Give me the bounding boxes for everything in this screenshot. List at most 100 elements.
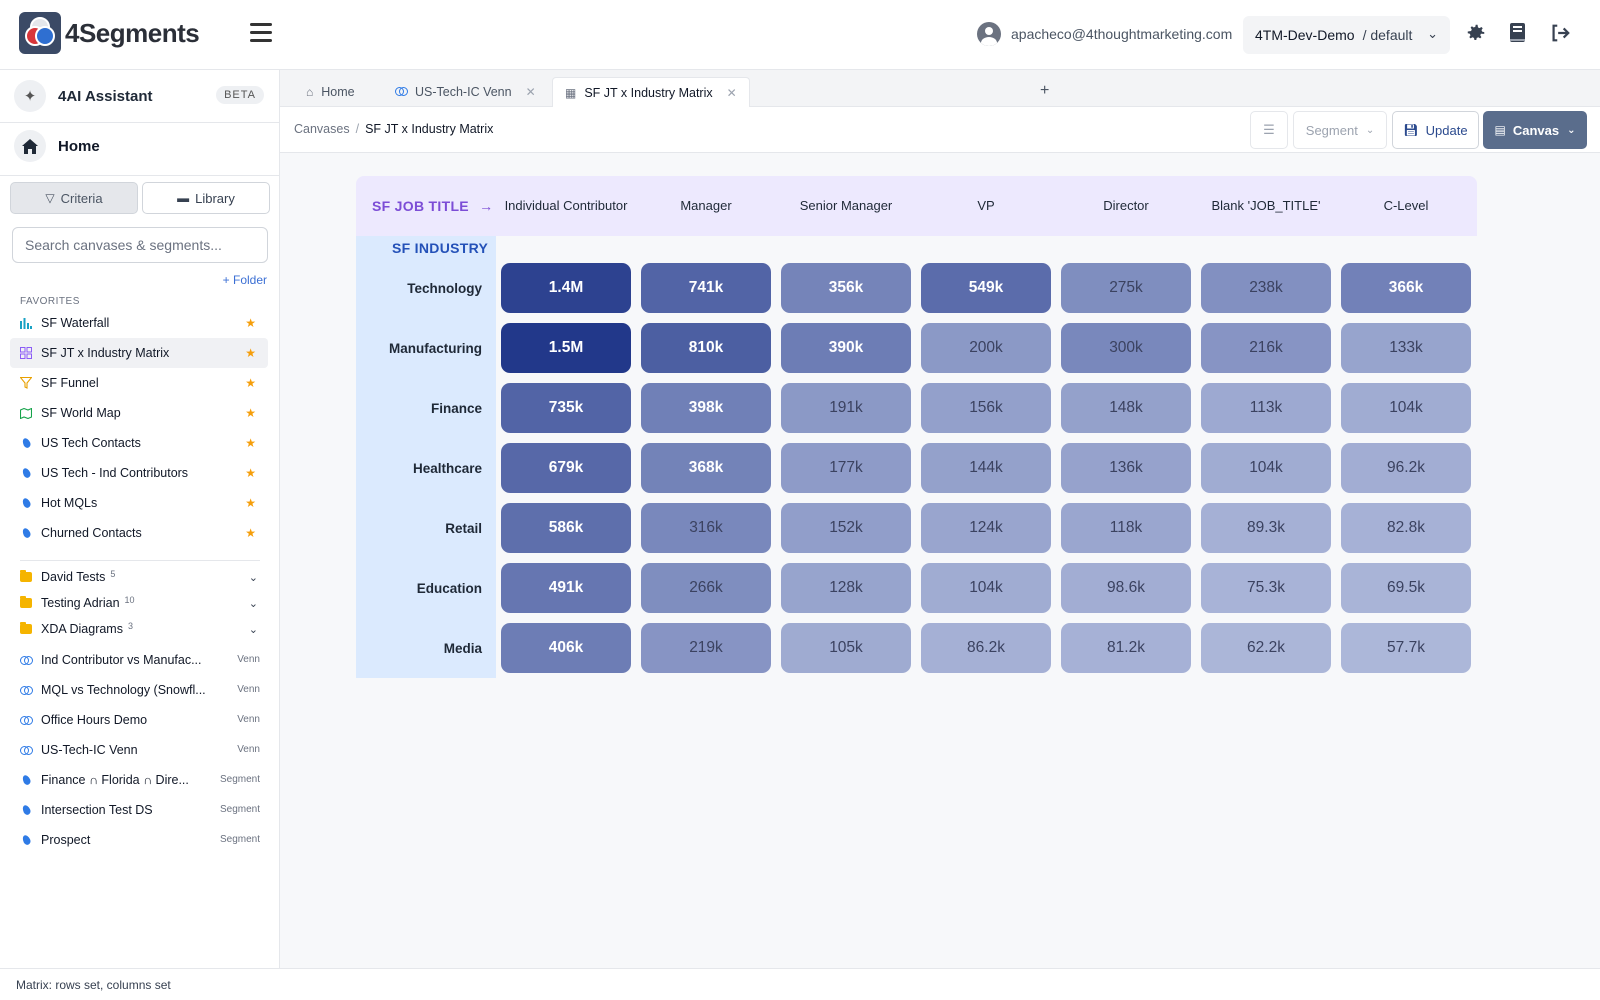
update-button[interactable]: 💾︎ Update [1392,111,1479,149]
matrix-cell[interactable]: 1.5M [501,323,631,373]
matrix-cell[interactable]: 406k [501,623,631,673]
matrix-cell[interactable]: 104k [1341,383,1471,433]
folder-item[interactable]: Testing Adrian 10 ⌄ [10,590,268,616]
matrix-cell[interactable]: 316k [641,503,771,553]
matrix-cell[interactable]: 200k [921,323,1051,373]
menu-toggle-icon[interactable] [250,23,272,43]
star-icon[interactable]: ★ [245,526,256,540]
close-icon[interactable]: ✕ [526,85,536,99]
matrix-cell[interactable]: 104k [1201,443,1331,493]
tab-us-tech-ic-venn[interactable]: US-Tech-IC Venn ✕ [383,77,548,107]
folder-item[interactable]: David Tests 5 ⌄ [10,564,268,590]
library-item[interactable]: Intersection Test DS Segment [10,795,268,825]
favorite-item[interactable]: US Tech Contacts ★ [10,428,268,458]
matrix-cell[interactable]: 152k [781,503,911,553]
star-icon[interactable]: ★ [245,496,256,510]
matrix-cell[interactable]: 741k [641,263,771,313]
search-input[interactable] [12,227,268,263]
row-header[interactable]: Education [356,563,482,613]
criteria-button[interactable]: ▽ Criteria [10,182,138,214]
matrix-cell[interactable]: 735k [501,383,631,433]
add-tab-button[interactable]: + [1040,82,1049,100]
star-icon[interactable]: ★ [245,406,256,420]
matrix-cell[interactable]: 390k [781,323,911,373]
matrix-cell[interactable]: 136k [1061,443,1191,493]
chevron-down-icon[interactable]: ⌄ [249,623,258,636]
library-item[interactable]: Prospect Segment [10,825,268,855]
star-icon[interactable]: ★ [245,376,256,390]
favorite-item[interactable]: Churned Contacts ★ [10,518,268,548]
book-icon[interactable] [1506,22,1530,46]
matrix-cell[interactable]: 96.2k [1341,443,1471,493]
logout-icon[interactable] [1548,22,1572,46]
matrix-cell[interactable]: 124k [921,503,1051,553]
add-folder-button[interactable]: + Folder [223,273,267,287]
matrix-cell[interactable]: 398k [641,383,771,433]
column-axis-label[interactable]: SF JOB TITLE → [372,198,493,214]
ai-assistant-row[interactable]: ✦ 4AI Assistant BETA [14,80,266,112]
library-item[interactable]: Ind Contributor vs Manufac... Venn [10,645,268,675]
chevron-down-icon[interactable]: ⌄ [249,571,258,584]
org-selector[interactable]: 4TM-Dev-Demo / default ⌄ [1243,16,1450,54]
column-header[interactable]: Director [1061,176,1191,236]
column-header[interactable]: Individual Contributor [501,176,631,236]
matrix-cell[interactable]: 216k [1201,323,1331,373]
matrix-cell[interactable]: 133k [1341,323,1471,373]
canvas-menu-button[interactable]: ▤ Canvas ⌄ [1483,111,1587,149]
matrix-cell[interactable]: 98.6k [1061,563,1191,613]
library-button[interactable]: ▬ Library [142,182,270,214]
matrix-cell[interactable]: 549k [921,263,1051,313]
matrix-cell[interactable]: 356k [781,263,911,313]
row-axis-label[interactable]: SF INDUSTRY [392,240,488,256]
row-header[interactable]: Manufacturing [356,323,482,373]
matrix-cell[interactable]: 177k [781,443,911,493]
matrix-cell[interactable]: 679k [501,443,631,493]
chevron-down-icon[interactable]: ⌄ [249,597,258,610]
matrix-cell[interactable]: 266k [641,563,771,613]
tab-home[interactable]: ⌂ Home [294,77,367,107]
matrix-cell[interactable]: 300k [1061,323,1191,373]
matrix-cell[interactable]: 82.8k [1341,503,1471,553]
matrix-cell[interactable]: 62.2k [1201,623,1331,673]
sidebar-home[interactable]: Home [14,130,100,162]
matrix-cell[interactable]: 586k [501,503,631,553]
library-item[interactable]: Office Hours Demo Venn [10,705,268,735]
matrix-cell[interactable]: 104k [921,563,1051,613]
matrix-cell[interactable]: 144k [921,443,1051,493]
favorite-item[interactable]: Hot MQLs ★ [10,488,268,518]
matrix-cell[interactable]: 1.4M [501,263,631,313]
row-header[interactable]: Technology [356,263,482,313]
gear-icon[interactable] [1464,22,1488,46]
tab-sf-jt-industry-matrix[interactable]: ▦ SF JT x Industry Matrix ✕ [552,77,750,107]
matrix-cell[interactable]: 69.5k [1341,563,1471,613]
row-header[interactable]: Finance [356,383,482,433]
folder-item[interactable]: XDA Diagrams 3 ⌄ [10,616,268,642]
star-icon[interactable]: ★ [245,466,256,480]
star-icon[interactable]: ★ [245,436,256,450]
matrix-cell[interactable]: 81.2k [1061,623,1191,673]
library-item[interactable]: US-Tech-IC Venn Venn [10,735,268,765]
column-header[interactable]: Blank 'JOB_TITLE' [1201,176,1331,236]
breadcrumb-root[interactable]: Canvases [294,122,350,136]
segment-dropdown[interactable]: Segment ⌄ [1293,111,1387,149]
favorite-item[interactable]: SF JT x Industry Matrix ★ [10,338,268,368]
close-icon[interactable]: ✕ [727,86,737,100]
matrix-cell[interactable]: 113k [1201,383,1331,433]
favorite-item[interactable]: US Tech - Ind Contributors ★ [10,458,268,488]
column-header[interactable]: Manager [641,176,771,236]
matrix-cell[interactable]: 491k [501,563,631,613]
matrix-cell[interactable]: 128k [781,563,911,613]
column-header[interactable]: Senior Manager [781,176,911,236]
list-view-button[interactable]: ☰ [1250,111,1288,149]
library-item[interactable]: Finance ∩ Florida ∩ Dire... Segment [10,765,268,795]
favorite-item[interactable]: SF Waterfall ★ [10,308,268,338]
library-item[interactable]: MQL vs Technology (Snowfl... Venn [10,675,268,705]
matrix-cell[interactable]: 156k [921,383,1051,433]
matrix-cell[interactable]: 238k [1201,263,1331,313]
matrix-cell[interactable]: 275k [1061,263,1191,313]
matrix-cell[interactable]: 219k [641,623,771,673]
favorite-item[interactable]: SF Funnel ★ [10,368,268,398]
matrix-cell[interactable]: 89.3k [1201,503,1331,553]
star-icon[interactable]: ★ [245,346,256,360]
column-header[interactable]: C-Level [1341,176,1471,236]
